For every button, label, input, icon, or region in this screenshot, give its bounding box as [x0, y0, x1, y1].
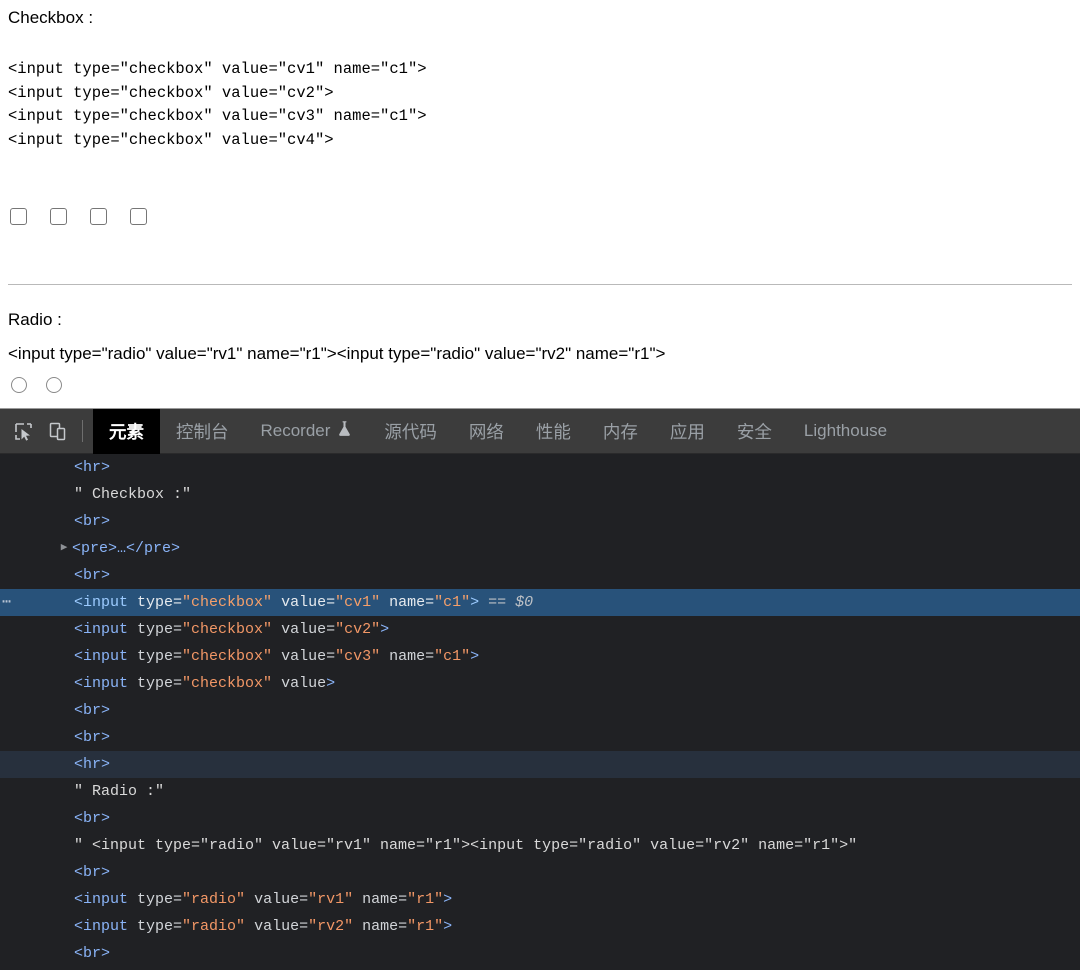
tab-recorder-label: Recorder — [260, 421, 331, 440]
row-overflow-ellipsis[interactable]: ⋯ — [2, 589, 12, 616]
dom-tree-row[interactable]: <br> — [0, 508, 1080, 535]
tab-security[interactable]: 安全 — [721, 409, 788, 454]
checkbox-cv4[interactable] — [130, 208, 147, 225]
radio-group — [11, 377, 62, 393]
tab-console[interactable]: 控制台 — [160, 409, 245, 454]
checkbox-group — [10, 208, 147, 225]
dom-tree-row[interactable]: <input type="radio" value="rv1" name="r1… — [0, 886, 1080, 913]
dom-tree-row[interactable]: " <input type="radio" value="rv1" name="… — [0, 832, 1080, 859]
tab-performance[interactable]: 性能 — [520, 409, 587, 454]
tab-network[interactable]: 网络 — [453, 409, 520, 454]
dom-tree-row[interactable]: <input type="radio" value="rv2" name="r1… — [0, 913, 1080, 940]
tab-application[interactable]: 应用 — [654, 409, 721, 454]
dom-tree[interactable]: <hr> " Checkbox :" <br> ▶ <pre>…</pre> <br> ⋯ <… — [0, 454, 1080, 970]
checkbox-code-block: <input type="checkbox" value="cv1" name=… — [8, 60, 427, 149]
device-toolbar-icon[interactable] — [40, 409, 74, 454]
radio-code-text: <input type="radio" value="rv1" name="r1… — [8, 344, 666, 363]
section-divider — [8, 284, 1072, 285]
radio-heading: Radio : — [8, 310, 62, 329]
dom-tree-row[interactable]: <br> — [0, 940, 1080, 967]
flask-experimental-icon — [337, 420, 352, 442]
dom-tree-row[interactable]: <hr> — [0, 454, 1080, 481]
dom-tree-row[interactable]: ▶ <pre>…</pre> — [0, 535, 1080, 562]
tab-elements-label: 元素 — [109, 421, 144, 442]
tab-sources[interactable]: 源代码 — [368, 409, 453, 454]
checkbox-heading: Checkbox : — [8, 8, 94, 27]
checkbox-cv3[interactable] — [90, 208, 107, 225]
expand-triangle-icon[interactable]: ▶ — [58, 535, 70, 562]
dom-tree-row[interactable]: <br> — [0, 805, 1080, 832]
tab-memory-label: 内存 — [602, 421, 638, 442]
tab-elements[interactable]: 元素 — [93, 409, 160, 454]
dom-tree-row[interactable]: <br> — [0, 562, 1080, 589]
dom-tree-row[interactable]: <br> — [0, 724, 1080, 751]
devtools-panel: 元素 控制台 Recorder 源代码 网络 性能 内存 应用 安全 Light… — [0, 408, 1080, 970]
dom-tree-row[interactable]: <br> — [0, 859, 1080, 886]
dom-tree-row[interactable]: ⋯ <input type="checkbox" value="cv1" name… — [0, 589, 1080, 616]
tab-lighthouse[interactable]: Lighthouse — [788, 409, 903, 454]
dom-tree-row[interactable]: <br> — [0, 697, 1080, 724]
dom-tree-row[interactable]: <hr> — [0, 751, 1080, 778]
tab-application-label: 应用 — [669, 421, 705, 442]
tab-security-label: 安全 — [736, 421, 772, 442]
devtools-toolbar: 元素 控制台 Recorder 源代码 网络 性能 内存 应用 安全 Light… — [0, 409, 1080, 454]
checkbox-cv2[interactable] — [50, 208, 67, 225]
rendered-web-page: Checkbox : <input type="checkbox" value=… — [0, 0, 1080, 408]
dom-tree-row[interactable]: <input type="checkbox" value="cv2"> — [0, 616, 1080, 643]
toolbar-divider — [82, 420, 83, 442]
tab-memory[interactable]: 内存 — [587, 409, 654, 454]
dom-tree-row[interactable]: <input type="checkbox" value="cv3" name=… — [0, 643, 1080, 670]
tab-lighthouse-label: Lighthouse — [803, 421, 888, 440]
checkbox-cv1[interactable] — [10, 208, 27, 225]
tab-sources-label: 源代码 — [384, 421, 437, 442]
dom-tree-row[interactable]: <input type="checkbox" value> — [0, 670, 1080, 697]
radio-rv1[interactable] — [11, 377, 27, 393]
tab-console-label: 控制台 — [176, 421, 229, 442]
radio-rv2[interactable] — [46, 377, 62, 393]
tab-recorder[interactable]: Recorder — [245, 409, 369, 454]
dom-tree-row[interactable]: " Radio :" — [0, 778, 1080, 805]
tab-performance-label: 性能 — [535, 421, 571, 442]
tab-network-label: 网络 — [468, 421, 504, 442]
inspect-element-cursor-icon[interactable] — [6, 409, 40, 454]
dom-tree-row[interactable]: " Checkbox :" — [0, 481, 1080, 508]
